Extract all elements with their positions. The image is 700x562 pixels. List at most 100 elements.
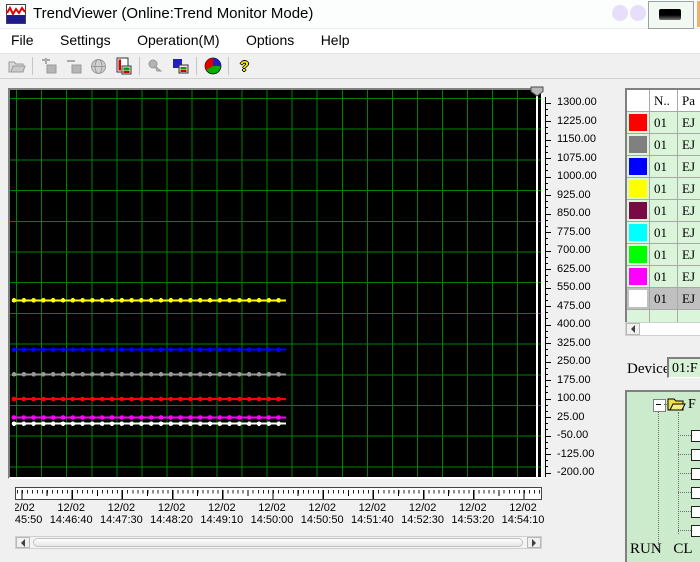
pen-no-cell: 01 bbox=[650, 288, 678, 310]
add-pen-icon[interactable] bbox=[36, 55, 61, 77]
tree-item-checkbox[interactable] bbox=[691, 525, 700, 537]
restore-button[interactable] bbox=[648, 1, 694, 29]
pen-row[interactable]: 01 EJ bbox=[627, 266, 700, 288]
tree-item-checkbox[interactable] bbox=[691, 430, 700, 442]
pen-row[interactable]: 01 EJ bbox=[627, 200, 700, 222]
pen-color-swatch bbox=[629, 114, 647, 131]
toolbar: ? bbox=[0, 53, 700, 79]
y-tick bbox=[545, 454, 551, 455]
maximize-button[interactable] bbox=[630, 5, 646, 21]
y-axis-label: 775.00 bbox=[557, 225, 591, 238]
trend-plot[interactable] bbox=[10, 90, 541, 477]
pen-assignment-icon[interactable] bbox=[143, 55, 168, 77]
y-axis-label: -125.00 bbox=[557, 447, 595, 460]
chart-h-scrollbar-thumb[interactable] bbox=[33, 538, 523, 547]
pen-param-cell: EJ bbox=[678, 112, 700, 134]
y-axis-label: 475.00 bbox=[557, 299, 591, 312]
y-tick bbox=[545, 361, 551, 363]
pen-row[interactable]: 01 EJ bbox=[627, 178, 700, 200]
pen-color-swatch bbox=[629, 202, 647, 219]
menubar: File Settings Operation(M) Options Help bbox=[0, 29, 700, 53]
pen-color-swatch bbox=[629, 268, 647, 285]
y-tick bbox=[545, 435, 551, 437]
pen-table-header-no: N.. bbox=[650, 90, 678, 112]
pen-color-swatch bbox=[629, 290, 647, 307]
y-tick bbox=[545, 250, 551, 252]
tree-item-checkbox[interactable] bbox=[691, 468, 700, 480]
pen-row[interactable]: 01 EJ bbox=[627, 288, 700, 310]
network-icon[interactable] bbox=[86, 55, 111, 77]
help-icon[interactable]: ? bbox=[232, 55, 257, 77]
pen-color-cell bbox=[627, 222, 650, 244]
y-axis-label: 400.00 bbox=[557, 318, 591, 330]
pen-row[interactable]: 01 EJ bbox=[627, 244, 700, 266]
pen-row[interactable]: 01 EJ bbox=[627, 112, 700, 134]
trend-chart-frame bbox=[8, 88, 543, 479]
toolbar-separator bbox=[32, 57, 33, 75]
pen-no-cell: 01 bbox=[650, 134, 678, 156]
pen-row[interactable]: 01 EJ bbox=[627, 134, 700, 156]
pen-color-swatch bbox=[629, 136, 647, 153]
tree-branch-line bbox=[678, 454, 691, 456]
y-tick bbox=[545, 287, 551, 289]
y-tick bbox=[545, 232, 551, 233]
pen-color-cell bbox=[627, 178, 650, 200]
tree-item-checkbox[interactable] bbox=[691, 506, 700, 518]
tree-root-label[interactable]: F bbox=[688, 397, 696, 413]
time-axis-label: 12/02 14:54:10 bbox=[501, 502, 545, 526]
time-axis-ruler[interactable] bbox=[15, 487, 542, 500]
y-axis-label: 1300.00 bbox=[557, 96, 597, 108]
y-axis-label: 100.00 bbox=[557, 392, 591, 404]
tree-branch-line bbox=[678, 492, 691, 494]
y-tick bbox=[545, 102, 551, 104]
pen-table-h-scrollbar[interactable] bbox=[625, 322, 700, 336]
tree-item-checkbox[interactable] bbox=[691, 487, 700, 499]
pen-color-swatch bbox=[629, 180, 647, 197]
time-axis-labels: 12/0214:45:5012/0214:46:4012/0214:47:301… bbox=[15, 502, 555, 528]
tree-item-checkbox[interactable] bbox=[691, 449, 700, 461]
pen-color-cell bbox=[627, 288, 650, 310]
chart-h-scrollbar[interactable] bbox=[15, 536, 542, 549]
pen-row[interactable]: 01 EJ bbox=[627, 156, 700, 178]
pen-param-cell: EJ bbox=[678, 244, 700, 266]
circular-display-icon[interactable] bbox=[200, 55, 225, 77]
pen-table-header: N.. Pa bbox=[627, 90, 700, 112]
remove-pen-icon[interactable] bbox=[61, 55, 86, 77]
tree-branch-line bbox=[678, 435, 691, 437]
display-settings-icon[interactable] bbox=[168, 55, 193, 77]
scroll-right-icon[interactable] bbox=[527, 537, 541, 548]
time-axis-label: 12/02 14:50:00 bbox=[250, 502, 294, 526]
pen-param-cell: EJ bbox=[678, 178, 700, 200]
pen-row[interactable]: 01 EJ bbox=[627, 222, 700, 244]
pen-table-header-color bbox=[627, 90, 650, 112]
pen-no-cell: 01 bbox=[650, 112, 678, 134]
minimize-button[interactable] bbox=[612, 5, 628, 21]
tree-branch-line bbox=[664, 404, 669, 406]
pen-row-empty bbox=[627, 310, 700, 322]
menu-file[interactable]: File bbox=[0, 29, 45, 51]
pen-no-cell: 01 bbox=[650, 156, 678, 178]
scroll-left-icon[interactable] bbox=[16, 537, 30, 548]
copy-data-icon[interactable] bbox=[111, 55, 136, 77]
y-axis-label: 325.00 bbox=[557, 336, 591, 349]
menu-options[interactable]: Options bbox=[235, 29, 305, 51]
y-tick bbox=[545, 417, 551, 418]
pen-no-cell: 01 bbox=[650, 266, 678, 288]
y-axis-label: 1225.00 bbox=[557, 114, 597, 127]
menu-settings[interactable]: Settings bbox=[49, 29, 122, 51]
pen-color-swatch bbox=[629, 224, 647, 241]
time-axis-label: 12/02 14:46:40 bbox=[49, 502, 93, 526]
menu-operation[interactable]: Operation(M) bbox=[126, 29, 230, 51]
folder-icon bbox=[667, 398, 686, 411]
menu-help[interactable]: Help bbox=[310, 29, 361, 51]
time-cursor-handle[interactable] bbox=[530, 86, 544, 97]
time-axis-label: 12/02 14:49:10 bbox=[200, 502, 244, 526]
pen-scroll-left-icon[interactable] bbox=[626, 323, 640, 335]
device-select[interactable]: 01:F bbox=[667, 357, 700, 378]
pen-color-cell bbox=[627, 134, 650, 156]
time-axis-label: 12/02 14:48:20 bbox=[150, 502, 193, 526]
open-trend-file-icon[interactable] bbox=[4, 55, 29, 77]
tree-branch-line bbox=[678, 511, 691, 513]
device-tree: F bbox=[625, 390, 700, 562]
device-label: Device bbox=[627, 361, 670, 377]
